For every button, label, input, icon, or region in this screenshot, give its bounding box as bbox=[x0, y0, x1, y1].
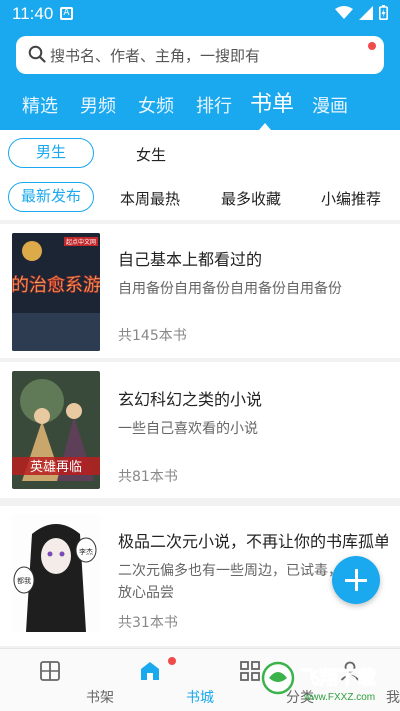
tab-female[interactable]: 女频 bbox=[138, 92, 174, 118]
tab-ranking[interactable]: 排行 bbox=[196, 92, 232, 118]
booklist-cover: 英雄再临 bbox=[12, 371, 100, 489]
sort-weekly-hot[interactable]: 本周最热 bbox=[120, 188, 180, 209]
cover-bubble-text: 李杰 bbox=[79, 547, 93, 556]
cover-badge: 起点中文网 bbox=[66, 238, 96, 246]
sort-most-favorited[interactable]: 最多收藏 bbox=[221, 188, 281, 209]
battery-icon bbox=[379, 5, 388, 20]
booklist-desc: 自用备份自用备份自用备份自用备份 bbox=[118, 281, 342, 297]
active-tab-indicator bbox=[259, 123, 271, 130]
watermark-text: 飞翔下载 bbox=[300, 666, 376, 689]
nav-store[interactable]: 书城 bbox=[100, 649, 214, 711]
search-bar[interactable]: 搜书名、作者、主角，一搜即有 bbox=[16, 36, 384, 74]
system-icons bbox=[335, 5, 388, 20]
booklist-count: 共31本书 bbox=[118, 615, 178, 631]
notification-icon: A bbox=[60, 7, 73, 20]
sort-newest[interactable]: 最新发布 bbox=[8, 182, 94, 212]
filter-panel: 男生 女生 最新发布 本周最热 最多收藏 小编推荐 bbox=[0, 130, 400, 220]
cover-art-image: 李杰 都我 bbox=[12, 514, 100, 632]
search-placeholder: 搜书名、作者、主角，一搜即有 bbox=[50, 47, 261, 65]
booklist-count: 共145本书 bbox=[118, 328, 187, 344]
booklist-cover: 我的治愈系游戏 起点中文网 bbox=[12, 233, 100, 351]
category-icon bbox=[240, 661, 260, 681]
tab-booklist[interactable]: 书单 bbox=[250, 86, 294, 118]
booklist-card[interactable]: 我的治愈系游戏 起点中文网 自己基本上都看过的 自用备份自用备份自用备份自用备份… bbox=[0, 224, 400, 358]
booklist-desc: 一些自己喜欢看的小说 bbox=[118, 421, 258, 437]
booklist-card[interactable]: 英雄再临 玄幻科幻之类的小说 一些自己喜欢看的小说 共81本书 bbox=[0, 362, 400, 498]
status-bar: 11:40 A bbox=[0, 0, 400, 28]
nav-store-badge bbox=[168, 657, 176, 665]
search-notification-dot bbox=[368, 42, 376, 50]
watermark-url: www.FXXZ.com bbox=[303, 692, 375, 703]
category-tabs: 精选 男频 女频 排行 书单 漫画 bbox=[0, 86, 400, 126]
wifi-icon bbox=[335, 5, 353, 19]
sort-editor-picks[interactable]: 小编推荐 bbox=[321, 188, 381, 209]
filter-male[interactable]: 男生 bbox=[8, 138, 94, 168]
cover-art-image: 英雄再临 bbox=[12, 371, 100, 489]
create-booklist-fab[interactable] bbox=[332, 556, 380, 604]
tab-featured[interactable]: 精选 bbox=[22, 92, 58, 118]
watermark-logo: 飞翔下载 www.FXXZ.com bbox=[260, 656, 390, 706]
cover-art-image: 我的治愈系游戏 起点中文网 bbox=[12, 233, 100, 351]
status-time: 11:40 bbox=[12, 4, 54, 23]
cover-title: 英雄再临 bbox=[30, 460, 82, 475]
search-icon bbox=[28, 45, 46, 63]
booklist-count: 共81本书 bbox=[118, 469, 178, 485]
store-icon bbox=[141, 662, 159, 680]
booklist-title: 极品二次元小说，不再让你的书库孤单 bbox=[118, 532, 388, 551]
tab-comics[interactable]: 漫画 bbox=[312, 92, 348, 118]
booklist-title: 自己基本上都看过的 bbox=[118, 250, 263, 269]
booklist-cover: 李杰 都我 bbox=[12, 514, 100, 632]
signal-icon bbox=[359, 5, 373, 20]
cover-bubble-text: 都我 bbox=[17, 576, 31, 585]
cover-title: 我的治愈系游戏 bbox=[12, 275, 100, 296]
tab-male[interactable]: 男频 bbox=[80, 92, 116, 118]
bookshelf-icon bbox=[40, 661, 60, 681]
booklist-desc: 二次元偏多也有一些周边，已试毒，放心品尝 bbox=[118, 563, 342, 601]
top-header: 11:40 A 搜书名、作者、主角，一搜即有 精选 男频 女频 排行 书单 漫画 bbox=[0, 0, 400, 130]
booklist-title: 玄幻科幻之类的小说 bbox=[118, 390, 263, 409]
nav-bookshelf[interactable]: 书架 bbox=[0, 649, 114, 711]
filter-female[interactable]: 女生 bbox=[136, 144, 166, 165]
